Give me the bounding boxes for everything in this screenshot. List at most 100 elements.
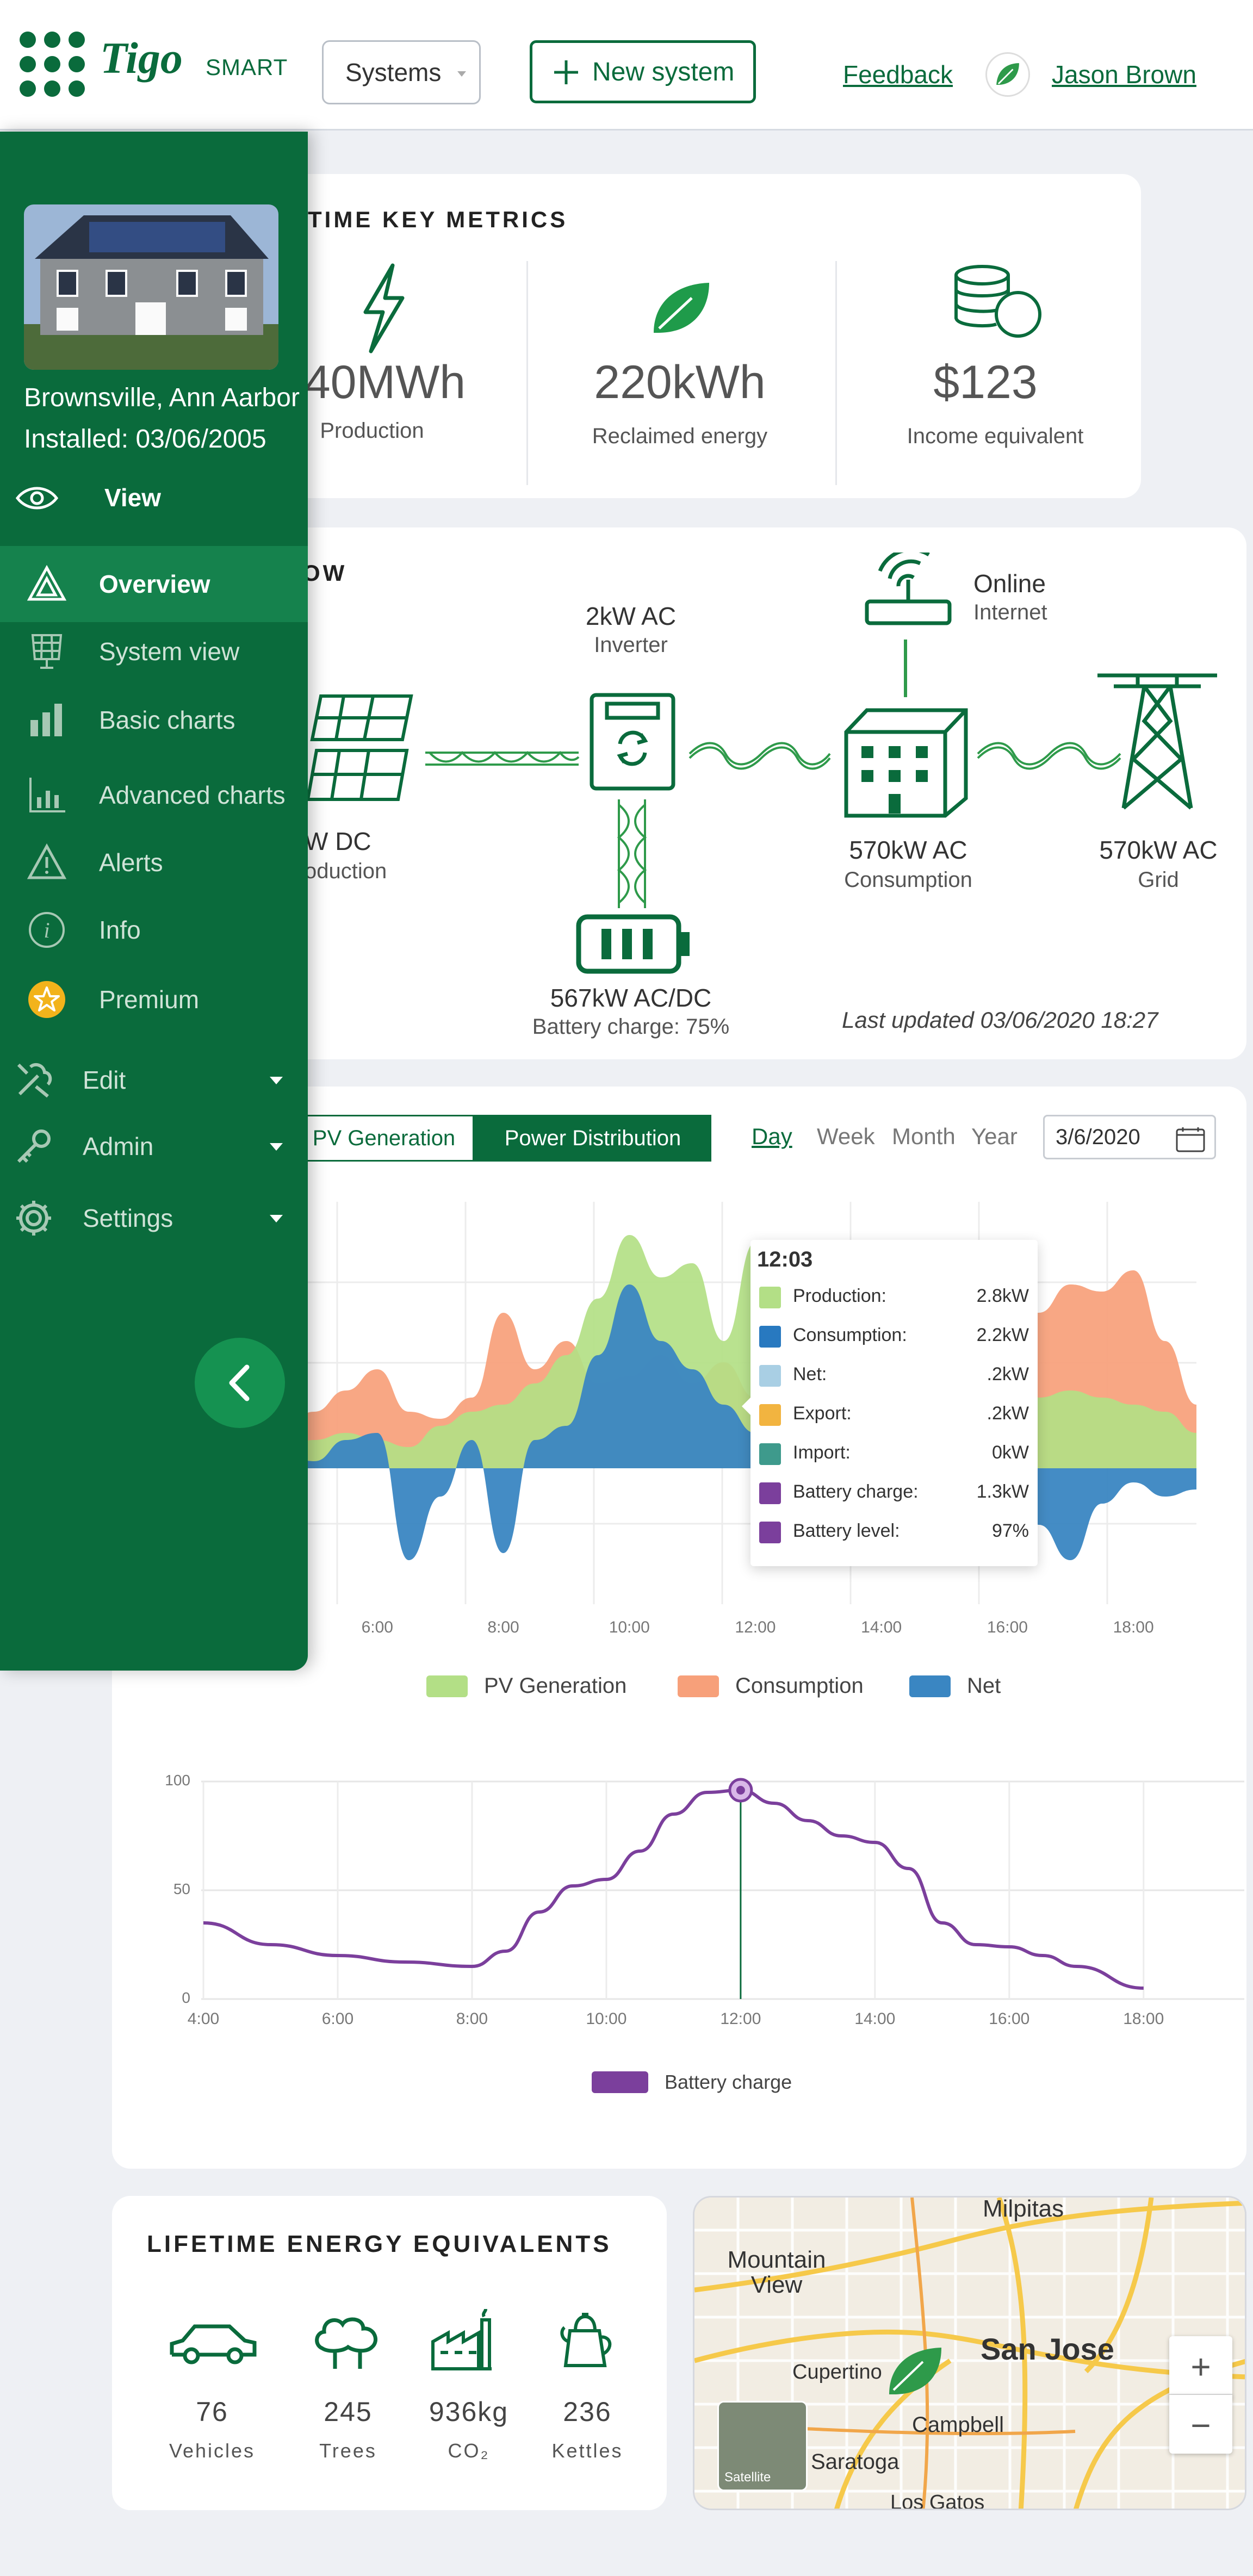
vehicles-label: Vehicles xyxy=(169,2440,256,2462)
info-icon: i xyxy=(29,912,65,948)
power-tower-icon xyxy=(1097,673,1217,810)
tooltip-row: Net: .2kW xyxy=(757,1361,1029,1393)
battery-value: 567kW AC/DC xyxy=(550,984,712,1012)
tooltip-value: 2.2kW xyxy=(976,1325,1029,1345)
leaf-icon xyxy=(654,283,709,333)
solar-panel-icon xyxy=(306,694,413,801)
new-system-button[interactable]: New system xyxy=(530,40,756,103)
calendar-icon xyxy=(1176,1127,1205,1152)
internet-label: Internet xyxy=(973,600,1047,624)
map-label-campbell: Campbell xyxy=(912,2413,1004,2437)
tooltip-swatch xyxy=(759,1443,781,1465)
view-link[interactable]: View xyxy=(15,480,178,518)
kettles-value: 236 xyxy=(563,2397,612,2427)
sidebar-item-advanced-charts[interactable]: Advanced charts xyxy=(0,757,308,833)
systems-dropdown[interactable]: Systems xyxy=(322,40,481,104)
internet-status: Online xyxy=(973,569,1046,598)
trees-icon xyxy=(315,2317,377,2369)
co2-value: 936kg xyxy=(429,2397,509,2427)
zoom-out-button[interactable]: − xyxy=(1169,2395,1232,2454)
marker-point-center xyxy=(736,1786,745,1795)
tooltip-row: Consumption: 2.2kW xyxy=(757,1321,1029,1354)
sidebar-item-label: Alerts xyxy=(99,848,163,877)
avatar[interactable] xyxy=(985,52,1030,97)
legend-swatch xyxy=(426,1675,468,1697)
ac-cable xyxy=(688,742,831,770)
satellite-label: Satellite xyxy=(724,2470,771,2485)
collapse-sidebar-button[interactable] xyxy=(195,1338,285,1428)
sidebar-item-info[interactable]: i Info xyxy=(0,892,308,968)
tigo-logo-icon[interactable] xyxy=(20,32,85,97)
sidebar-item-alerts[interactable]: Alerts xyxy=(0,824,308,901)
system-location: Brownsville, Ann Aarbor xyxy=(24,383,300,412)
x-tick-label: 4:00 xyxy=(187,2010,220,2028)
legend-net[interactable]: Net xyxy=(909,1674,1001,1698)
tooltip-swatch xyxy=(759,1404,781,1426)
satellite-toggle[interactable]: Satellite xyxy=(717,2401,808,2491)
period-day[interactable]: Day xyxy=(752,1123,792,1150)
sidebar-item-edit[interactable]: Edit xyxy=(0,1042,308,1118)
tooltip-value: 97% xyxy=(991,1520,1029,1541)
inverter-value: 2kW AC xyxy=(585,602,677,630)
legend-battery-charge[interactable]: Battery charge xyxy=(592,2071,792,2094)
brand-sub: SMART xyxy=(206,54,288,80)
top-header: Tigo SMART Systems New system Feedback J… xyxy=(0,0,1253,131)
x-tick-label: 8:00 xyxy=(487,1618,519,1636)
power-distribution-chart xyxy=(283,1202,1196,1604)
divider xyxy=(526,261,528,485)
tooltip-row: Import: 0kW xyxy=(757,1439,1029,1472)
tab-pv-generation[interactable]: PV Generation xyxy=(294,1115,474,1162)
x-tick-label: 10:00 xyxy=(586,2010,627,2028)
tooltip-row: Export: .2kW xyxy=(757,1400,1029,1432)
inverter-icon[interactable] xyxy=(588,692,677,792)
period-year[interactable]: Year xyxy=(971,1123,1018,1150)
sidebar-item-overview[interactable]: Overview xyxy=(0,546,308,622)
building-icon xyxy=(844,708,968,818)
x-tick-label: 14:00 xyxy=(861,1618,902,1636)
chevron-down-icon xyxy=(270,1215,283,1222)
battery-charge-chart xyxy=(201,1778,1244,2000)
chevron-down-icon xyxy=(270,1077,283,1084)
tab-power-distribution[interactable]: Power Distribution xyxy=(474,1115,711,1162)
legend-swatch xyxy=(909,1675,951,1697)
sidebar-item-premium[interactable]: Premium xyxy=(0,961,308,1038)
x-tick-label: 16:00 xyxy=(989,2010,1030,2028)
trees-value: 245 xyxy=(324,2397,373,2427)
car-icon xyxy=(170,2324,257,2364)
sidebar-item-basic-charts[interactable]: Basic charts xyxy=(0,682,308,758)
tooltip-label: Production: xyxy=(793,1286,886,1306)
star-icon xyxy=(28,981,65,1018)
location-marker-icon[interactable] xyxy=(885,2344,945,2399)
sidebar-item-system-view[interactable]: System view xyxy=(0,613,308,690)
tooltip-label: Import: xyxy=(793,1442,851,1463)
zoom-in-button[interactable]: + xyxy=(1169,2336,1232,2395)
sidebar-item-settings[interactable]: Settings xyxy=(0,1180,308,1256)
period-month[interactable]: Month xyxy=(892,1123,956,1150)
legend-label: Battery charge xyxy=(665,2071,792,2093)
date-picker[interactable]: 3/6/2020 xyxy=(1043,1115,1216,1159)
feedback-link[interactable]: Feedback xyxy=(843,60,953,89)
user-name-link[interactable]: Jason Brown xyxy=(1052,60,1196,89)
tooltip-label: Battery level: xyxy=(793,1520,900,1541)
battery-icon xyxy=(576,914,690,974)
tooltip-value: .2kW xyxy=(987,1403,1029,1424)
legend-consumption[interactable]: Consumption xyxy=(678,1674,864,1698)
legend-label: Net xyxy=(967,1674,1001,1698)
map-label-san-jose: San Jose xyxy=(981,2332,1114,2366)
battery-cable xyxy=(617,799,647,908)
battery-label: Battery charge: 75% xyxy=(532,1015,730,1039)
brand-name: Tigo xyxy=(100,33,183,83)
legend-pv-generation[interactable]: PV Generation xyxy=(426,1674,626,1698)
tools-icon xyxy=(17,1063,52,1098)
advanced-chart-icon xyxy=(29,778,65,812)
income-equivalent-value: $123 xyxy=(933,356,1038,408)
sidebar-item-admin[interactable]: Admin xyxy=(0,1108,308,1184)
chart-tooltip: 12:03 Production: 2.8kW Consumption: 2.2kW N… xyxy=(742,1240,1038,1566)
period-week[interactable]: Week xyxy=(817,1123,875,1150)
divider xyxy=(835,261,837,485)
location-map[interactable]: Milpitas Mountain View San Jose Cupertin… xyxy=(693,2196,1246,2510)
production-flow-label: oduction xyxy=(305,859,387,883)
y-tick-label: 50 xyxy=(173,1880,190,1897)
tooltip-swatch xyxy=(759,1287,781,1308)
trees-label: Trees xyxy=(319,2440,377,2462)
